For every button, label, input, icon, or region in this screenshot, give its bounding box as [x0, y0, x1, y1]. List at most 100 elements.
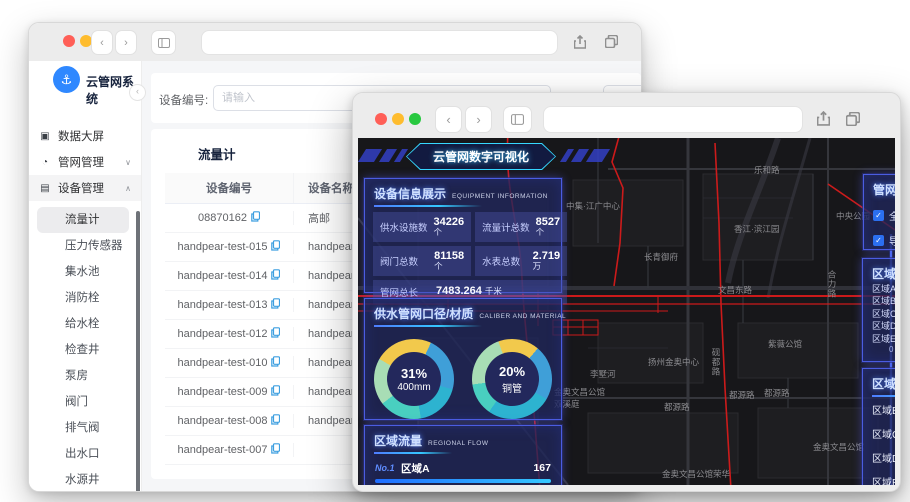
- header-deco-left: [358, 149, 409, 162]
- submenu-item[interactable]: 压力传感器: [37, 233, 129, 259]
- device-no-label: 设备编号:: [159, 95, 209, 107]
- submenu-item[interactable]: 检查井: [37, 337, 129, 363]
- copy-icon[interactable]: [271, 240, 281, 254]
- menu-item[interactable]: ▤ 设备管理 ∧: [29, 175, 141, 201]
- checkbox-checked-icon[interactable]: ✓: [873, 210, 884, 221]
- stat-cell: 流量计总数 8527 个: [475, 212, 568, 242]
- donut-charts: 31% 400mm 20% 铜管: [365, 339, 561, 419]
- device-no-cell: handpear-test-015: [177, 241, 268, 253]
- legend-label: 区域E: [872, 333, 895, 344]
- map-label: 合力路: [827, 270, 837, 299]
- section-title: 流量计: [198, 148, 236, 162]
- map-label: 扬州金奥中心: [648, 357, 700, 367]
- device-no-cell: handpear-test-007: [177, 444, 268, 456]
- map-label: 中集·江广中心: [566, 201, 620, 211]
- panel-subtitle: EQUIPMENT INFORMATION: [452, 193, 548, 200]
- map-label: 紫薇公馆: [768, 339, 803, 349]
- right-flow-row: 区域D: [872, 453, 895, 465]
- submenu-item[interactable]: 流量计: [37, 207, 129, 233]
- map-label: 都源路: [729, 390, 755, 400]
- share-icon[interactable]: [811, 106, 835, 131]
- device-no-cell: handpear-test-013: [177, 299, 268, 311]
- sidebar-toggle-button[interactable]: [151, 30, 176, 55]
- submenu-item[interactable]: 阀门: [37, 389, 129, 415]
- flow-rank: No.1: [375, 463, 395, 473]
- tabs-overview-icon[interactable]: [840, 106, 866, 131]
- layer-option[interactable]: ✓ 导入: [864, 233, 895, 248]
- menu-item-label: 数据大屏: [58, 131, 104, 143]
- layer-option[interactable]: ✓ 全选: [864, 208, 895, 223]
- material-donut-chart: 20% 铜管: [472, 339, 552, 419]
- col-header-device-no: 设备编号: [165, 173, 294, 203]
- map-label: 金奥文昌公馆荣华: [662, 469, 731, 479]
- panel-title: 管网图层: [873, 183, 895, 197]
- title-underline: [374, 205, 482, 207]
- right-flow-rows: 区域B 区域C 区域D 区域E: [863, 397, 895, 486]
- legend-label: 区域C: [872, 308, 895, 319]
- copy-icon[interactable]: [271, 298, 281, 312]
- sidebar-collapse-button[interactable]: ‹: [129, 84, 146, 101]
- submenu-item[interactable]: 泵房: [37, 363, 129, 389]
- copy-icon[interactable]: [251, 211, 261, 225]
- copy-icon[interactable]: [271, 414, 281, 428]
- forward-nav-button[interactable]: ›: [465, 106, 492, 133]
- stat-label: 阀门总数: [380, 257, 419, 268]
- regional-flow-right-panel: 区域流量 区域B 区域C 区域D 区域E: [862, 368, 895, 485]
- back-nav-button[interactable]: ‹: [435, 106, 462, 133]
- panel-title: 供水管网口径/材质: [374, 307, 474, 321]
- donut-label: 400mm: [397, 381, 431, 393]
- sidebar-toggle-button[interactable]: [503, 106, 532, 133]
- submenu-item[interactable]: 出水口: [37, 441, 129, 467]
- checkbox-label: 全选: [889, 208, 895, 223]
- axis-zero-label: 0: [889, 344, 894, 354]
- legend-row: 区域B: [863, 295, 895, 308]
- device-no-cell: handpear-test-009: [177, 386, 268, 398]
- donut-percent: 31%: [400, 365, 428, 381]
- close-button[interactable]: [375, 113, 387, 125]
- copy-icon[interactable]: [271, 327, 281, 341]
- title-underline: [374, 325, 482, 327]
- sidebar-scrollbar[interactable]: [136, 211, 140, 491]
- tabs-overview-icon[interactable]: [599, 30, 623, 53]
- legend-row: 区域C: [863, 307, 895, 320]
- dashboard-browser-window: ‹ › 乐和路 中集·江广中心 香江·滨江园 中央公园 长青御府 文昌东路 合力…: [352, 92, 901, 492]
- close-button[interactable]: [63, 35, 75, 47]
- copy-icon[interactable]: [271, 385, 281, 399]
- flow-rows: No.1 区域A 167 No.2 区域C 123: [365, 460, 561, 485]
- share-icon[interactable]: [569, 30, 591, 53]
- submenu-item[interactable]: 集水池: [37, 259, 129, 285]
- copy-icon[interactable]: [271, 269, 281, 283]
- flow-row: No.1 区域A 167: [365, 460, 561, 476]
- forward-nav-button[interactable]: ›: [115, 30, 137, 55]
- regional-flow-panel: 区域流量 REGIONAL FLOW No.1 区域A 167: [364, 425, 562, 485]
- checkbox-checked-icon[interactable]: ✓: [873, 235, 884, 246]
- menu-item[interactable]: ▣ 数据大屏: [29, 123, 141, 149]
- submenu-item[interactable]: 排气阀: [37, 415, 129, 441]
- flow-region-label: 区域A: [401, 462, 430, 475]
- menu-item-label: 设备管理: [58, 183, 104, 195]
- layer-options: ✓ 全选 ✓ 导入: [864, 208, 895, 248]
- flow-row-wrap: No.1 区域A 167: [365, 460, 561, 483]
- copy-icon[interactable]: [271, 356, 281, 370]
- copy-icon[interactable]: [271, 443, 281, 457]
- dashboard-title: 云管网数字可视化: [407, 144, 555, 169]
- menu-item[interactable]: ◔ 管网管理 ∨: [29, 149, 141, 175]
- donut-percent: 20%: [498, 363, 526, 379]
- address-bar[interactable]: [201, 30, 558, 55]
- address-bar[interactable]: [543, 106, 803, 133]
- submenu-item[interactable]: 给水栓: [37, 311, 129, 337]
- panel-subtitle: CALIBER AND MATERIAL: [479, 313, 567, 320]
- flow-bar-track: [375, 479, 551, 483]
- stat-cell: 水表总数 2.719 万: [475, 246, 568, 276]
- menu-item-label: 管网管理: [58, 157, 104, 169]
- map-label: 都源路: [664, 402, 690, 412]
- submenu-item[interactable]: 消防栓: [37, 285, 129, 311]
- maximize-button[interactable]: [409, 113, 421, 125]
- window-panel-icon: [511, 114, 524, 125]
- map-label: 香江·滨江园: [734, 224, 780, 234]
- map-label: 乐和路: [754, 165, 780, 175]
- submenu-item[interactable]: 水源井: [37, 467, 129, 491]
- stat-cell: 供水设施数 34226 个: [373, 212, 472, 242]
- minimize-button[interactable]: [392, 113, 404, 125]
- back-nav-button[interactable]: ‹: [91, 30, 113, 55]
